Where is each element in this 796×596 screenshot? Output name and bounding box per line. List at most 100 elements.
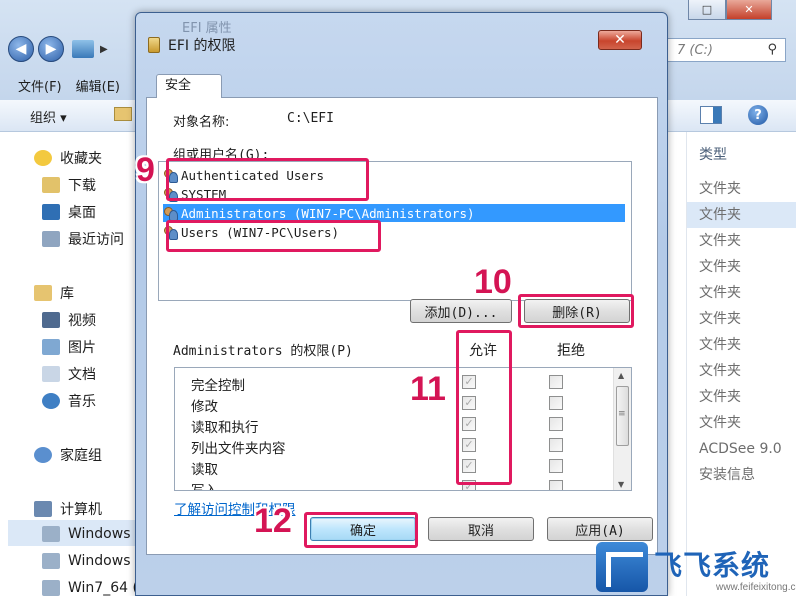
preview-pane-icon[interactable] bbox=[700, 106, 722, 124]
sidebar-item-recent[interactable]: 最近访问 bbox=[42, 229, 124, 249]
cancel-button[interactable]: 取消 bbox=[428, 517, 534, 541]
computer-icon bbox=[34, 501, 52, 517]
user-list[interactable]: Authenticated Users SYSTEM Administrator… bbox=[158, 161, 632, 301]
type-cell: 文件夹 bbox=[699, 363, 741, 379]
sidebar-item-homegroup[interactable]: 家庭组 bbox=[34, 445, 102, 465]
permission-name: 读取和执行 bbox=[191, 420, 259, 436]
type-cell: 文件夹 bbox=[687, 202, 796, 228]
tab-security[interactable]: 安全 bbox=[156, 74, 222, 98]
watermark-text: 飞飞系统 bbox=[654, 549, 771, 582]
list-item-administrators[interactable]: Administrators (WIN7-PC\Administrators) bbox=[163, 204, 625, 222]
sidebar-item-music[interactable]: 音乐 bbox=[42, 391, 96, 411]
site-logo-icon bbox=[596, 542, 648, 592]
deny-checkbox[interactable] bbox=[549, 417, 563, 431]
permission-name: 列出文件夹内容 bbox=[191, 441, 286, 457]
permission-name: 完全控制 bbox=[191, 378, 245, 394]
desktop-icon bbox=[42, 204, 60, 220]
permission-scrollbar[interactable]: ▲ ≡ ▼ bbox=[613, 368, 631, 490]
drive-icon bbox=[42, 553, 60, 569]
deny-checkbox[interactable] bbox=[549, 459, 563, 473]
folder-icon bbox=[72, 40, 94, 58]
sidebar-item-videos[interactable]: 视频 bbox=[42, 310, 96, 330]
recent-places-icon bbox=[42, 231, 60, 247]
dialog-close-button[interactable]: ✕ bbox=[598, 30, 642, 50]
type-cell: 文件夹 bbox=[699, 233, 741, 249]
sidebar-item-favorites[interactable]: 收藏夹 bbox=[34, 148, 102, 168]
sidebar-item-drive-windows-2[interactable]: Windows bbox=[42, 553, 131, 569]
permission-name: 读取 bbox=[191, 462, 218, 478]
navigation-pane: 收藏夹 下载 桌面 最近访问 库 视频 图片 文档 音乐 家庭组 计算机 Win… bbox=[0, 132, 155, 596]
forward-arrow-icon[interactable]: ▶ bbox=[38, 36, 64, 62]
allow-checkbox[interactable]: ✓ bbox=[462, 396, 476, 410]
search-placeholder: 7 (C:) bbox=[677, 42, 714, 58]
list-item-users[interactable]: Users (WIN7-PC\Users) bbox=[163, 223, 625, 241]
drive-icon bbox=[42, 580, 60, 596]
list-item-system[interactable]: SYSTEM bbox=[163, 185, 625, 203]
nav-row: ◀ ▶ ▶ bbox=[8, 36, 108, 62]
folder-lock-icon bbox=[148, 37, 160, 53]
allow-checkbox[interactable]: ✓ bbox=[462, 417, 476, 431]
breadcrumb-arrow-icon[interactable]: ▶ bbox=[100, 44, 108, 55]
annotation-number-9: 9 bbox=[136, 151, 155, 189]
sidebar-item-libraries[interactable]: 库 bbox=[34, 283, 74, 303]
deny-checkbox[interactable] bbox=[549, 480, 563, 490]
folder-tool-icon[interactable] bbox=[114, 107, 132, 121]
library-icon bbox=[34, 285, 52, 301]
user-group-icon bbox=[163, 225, 178, 240]
search-icon[interactable]: ⚲ bbox=[767, 42, 777, 57]
object-name-label: 对象名称: bbox=[173, 115, 230, 130]
type-column-header[interactable]: 类型 bbox=[699, 144, 727, 164]
user-group-icon bbox=[163, 168, 178, 183]
sidebar-item-downloads[interactable]: 下载 bbox=[42, 175, 96, 195]
star-icon bbox=[34, 150, 52, 166]
window-close-button[interactable]: ✕ bbox=[726, 0, 772, 20]
sidebar-item-desktop[interactable]: 桌面 bbox=[42, 202, 96, 222]
type-cell: 安装信息 bbox=[699, 467, 755, 483]
user-group-icon bbox=[163, 187, 178, 202]
permission-name: 修改 bbox=[191, 399, 218, 415]
sidebar-item-computer[interactable]: 计算机 bbox=[34, 499, 102, 519]
sidebar-item-documents[interactable]: 文档 bbox=[42, 364, 96, 384]
deny-checkbox[interactable] bbox=[549, 375, 563, 389]
permissions-for-label: Administrators 的权限(P) bbox=[173, 344, 353, 359]
dialog-title-bar: EFI 的权限 bbox=[148, 35, 235, 55]
menu-edit[interactable]: 编辑(E) bbox=[76, 76, 120, 95]
allow-checkbox[interactable]: ✓ bbox=[462, 375, 476, 389]
back-arrow-icon[interactable]: ◀ bbox=[8, 36, 34, 62]
user-group-icon bbox=[163, 206, 178, 221]
search-input[interactable]: 7 (C:) ⚲ bbox=[666, 38, 786, 62]
list-item-authenticated-users[interactable]: Authenticated Users bbox=[163, 166, 625, 184]
allow-checkbox[interactable]: ✓ bbox=[462, 438, 476, 452]
download-folder-icon bbox=[42, 177, 60, 193]
permission-row: 列出文件夹内容 ✓ bbox=[175, 435, 613, 457]
picture-icon bbox=[42, 339, 60, 355]
permission-row: 写入 ✓ bbox=[175, 477, 613, 490]
organize-button[interactable]: 组织 ▾ bbox=[30, 107, 67, 126]
scroll-down-icon[interactable]: ▼ bbox=[618, 480, 624, 489]
permission-row: 读取 ✓ bbox=[175, 456, 613, 478]
remove-button[interactable]: 删除(R) bbox=[524, 299, 630, 323]
add-button[interactable]: 添加(D)... bbox=[410, 299, 512, 323]
deny-checkbox[interactable] bbox=[549, 396, 563, 410]
type-cell: 文件夹 bbox=[699, 181, 741, 197]
type-cell: 文件夹 bbox=[699, 285, 741, 301]
sidebar-item-pictures[interactable]: 图片 bbox=[42, 337, 96, 357]
type-column: 类型 文件夹 文件夹 文件夹 文件夹 文件夹 文件夹 文件夹 文件夹 文件夹 文… bbox=[686, 132, 796, 596]
type-cell: 文件夹 bbox=[699, 311, 741, 327]
maximize-button[interactable]: □ bbox=[688, 0, 726, 20]
allow-checkbox[interactable]: ✓ bbox=[462, 459, 476, 473]
allow-checkbox[interactable]: ✓ bbox=[462, 480, 476, 490]
dialog-title: EFI 的权限 bbox=[168, 38, 236, 54]
drive-icon bbox=[42, 526, 60, 542]
help-icon[interactable]: ? bbox=[748, 105, 768, 125]
properties-window-title: EFI 属性 bbox=[182, 21, 232, 36]
permission-row: 完全控制 ✓ bbox=[175, 372, 613, 394]
permission-row: 修改 ✓ bbox=[175, 393, 613, 415]
apply-button[interactable]: 应用(A) bbox=[547, 517, 653, 541]
scroll-up-icon[interactable]: ▲ bbox=[618, 371, 624, 380]
sidebar-item-drive-windows-1[interactable]: Windows bbox=[42, 526, 131, 542]
caption-buttons: □ ✕ bbox=[688, 0, 772, 20]
ok-button[interactable]: 确定 bbox=[310, 517, 416, 541]
menu-file[interactable]: 文件(F) bbox=[18, 76, 62, 95]
deny-checkbox[interactable] bbox=[549, 438, 563, 452]
